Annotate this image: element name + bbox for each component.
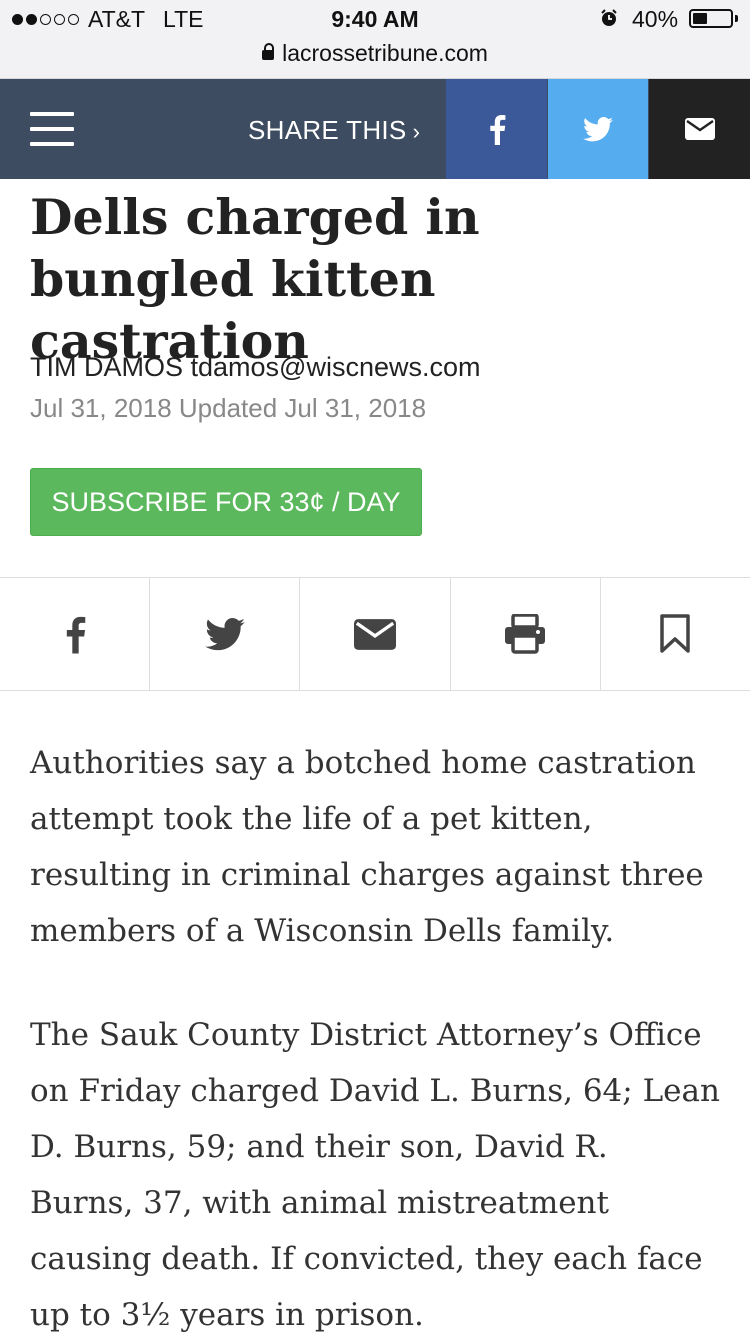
tool-twitter-button[interactable] [150,578,301,690]
chevron-right-icon: › [412,119,421,144]
battery-tip [735,15,738,22]
subscribe-button[interactable]: SUBSCRIBE FOR 33¢ / DAY [30,468,422,536]
email-share-button[interactable] [649,79,750,179]
battery-icon [689,9,733,28]
twitter-icon [583,116,613,141]
hamburger-menu-icon[interactable] [30,112,74,146]
email-icon [354,618,396,650]
twitter-icon [204,617,245,650]
url-text: lacrossetribune.com [282,40,488,66]
dateline: Jul 31, 2018 Updated Jul 31, 2018 [30,393,427,423]
article-paragraph-2: The Sauk County District Attorney’s Offi… [30,1017,720,1333]
print-icon [505,614,546,654]
alarm-icon [601,9,617,26]
article-headline: Dells charged in bungled kitten castrati… [30,188,480,370]
byline[interactable]: TIM DAMOS tdamos@wiscnews.com [30,352,480,383]
bookmark-icon [660,614,691,653]
site-header: SHARE THIS › [0,79,750,179]
tool-email-button[interactable] [300,578,451,690]
facebook-icon [489,115,505,145]
status-bar: AT&T LTE 9:40 AM 40% lacrossetribune.com [0,0,750,79]
facebook-icon [66,616,85,654]
email-icon [684,118,715,140]
battery-percent: 40% [632,6,679,32]
article-paragraph-1: Authorities say a botched home castratio… [30,745,704,949]
twitter-share-button[interactable] [548,79,648,179]
share-this-text: SHARE THIS [248,115,407,145]
share-this-label[interactable]: SHARE THIS › [248,115,420,146]
tool-print-button[interactable] [451,578,601,690]
url-bar[interactable]: lacrossetribune.com [0,40,750,67]
facebook-share-button[interactable] [446,79,547,179]
article-tools [0,577,750,691]
tool-facebook-button[interactable] [0,578,151,690]
tool-bookmark-button[interactable] [601,578,750,690]
lock-icon [262,43,275,60]
